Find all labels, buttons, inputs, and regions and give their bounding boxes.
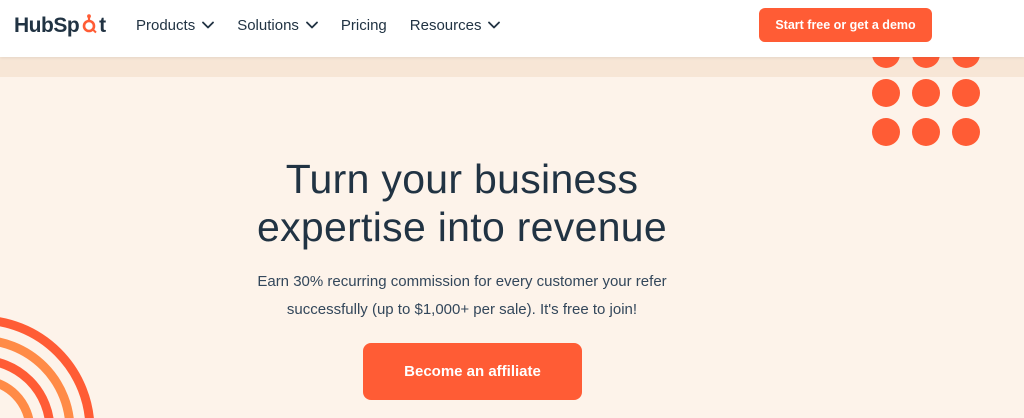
decorative-dot (952, 79, 980, 107)
decorative-dot (872, 79, 900, 107)
nav-item-resources[interactable]: Resources (410, 17, 501, 34)
become-affiliate-button[interactable]: Become an affiliate (363, 343, 582, 400)
chevron-down-icon (488, 21, 501, 29)
nav-item-label: Products (136, 16, 196, 34)
subtext-line-2: successfully (up to $1,000+ per sale). I… (286, 301, 638, 318)
decorative-dot (912, 79, 940, 107)
site-header: HubSp t Products Solutions Pricing Resou… (0, 0, 1024, 57)
chevron-down-icon (202, 21, 215, 29)
nav-item-label: Resources (409, 16, 482, 34)
hero-headline: Turn your business expertise into revenu… (200, 155, 724, 251)
headline-line-1: Turn your business (285, 156, 639, 202)
chevron-down-icon (306, 21, 318, 29)
decorative-dot (872, 118, 900, 146)
decorative-arcs (0, 317, 94, 418)
nav-item-label: Solutions (237, 16, 299, 34)
headline-line-2: expertise into revenue (256, 204, 667, 250)
logo-text-start: HubSp (14, 14, 80, 37)
hero-top-band (0, 57, 1024, 77)
decorative-dot (912, 118, 940, 146)
main-nav: Products Solutions Pricing Resources (136, 0, 523, 50)
hero-subtext: Earn 30% recurring commission for every … (230, 268, 694, 324)
hubspot-logo[interactable]: HubSp t (14, 12, 106, 40)
nav-item-label: Pricing (340, 16, 387, 34)
decorative-dot (952, 118, 980, 146)
logo-text-end: t (99, 14, 106, 37)
sprocket-icon (82, 14, 97, 34)
nav-item-products[interactable]: Products (136, 16, 215, 34)
start-free-button[interactable]: Start free or get a demo (759, 8, 932, 42)
subtext-line-1: Earn 30% recurring commission for every … (257, 273, 667, 290)
nav-item-solutions[interactable]: Solutions (237, 17, 318, 34)
nav-item-pricing[interactable]: Pricing (341, 17, 387, 34)
